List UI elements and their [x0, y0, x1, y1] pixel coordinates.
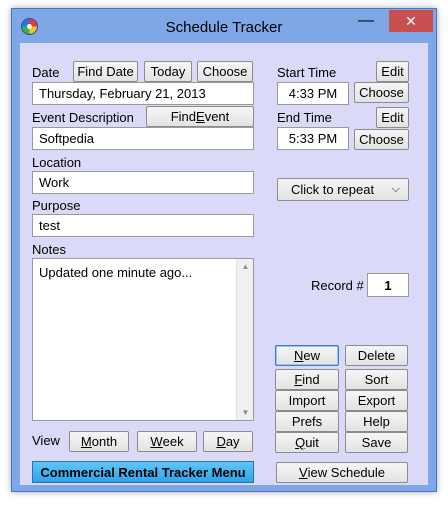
- location-label: Location: [32, 155, 82, 170]
- view-schedule-button[interactable]: View Schedule: [276, 462, 408, 483]
- close-icon[interactable]: ✕: [389, 10, 433, 32]
- help-button[interactable]: Help: [345, 411, 408, 432]
- notes-textarea[interactable]: Updated one minute ago... ▲ ▼: [32, 258, 254, 421]
- find-event-text-rest: vent: [204, 109, 230, 124]
- find-event-hotkey: E: [196, 109, 205, 124]
- date-label: Date: [32, 65, 60, 80]
- week-view-button[interactable]: Week: [137, 431, 197, 452]
- quit-hotkey: Q: [295, 435, 306, 450]
- client-area: Date Find Date Today Choose Thursday, Fe…: [20, 43, 428, 485]
- end-time-choose-button[interactable]: Choose: [354, 129, 409, 150]
- sort-button[interactable]: Sort: [345, 369, 408, 390]
- week-text: eek: [162, 434, 184, 449]
- prefs-button[interactable]: Prefs: [275, 411, 339, 432]
- start-time-field[interactable]: 4:33 PM: [277, 82, 349, 105]
- event-description-field[interactable]: Softpedia: [32, 127, 254, 150]
- scroll-down-icon[interactable]: ▼: [237, 408, 254, 417]
- record-label: Record #: [311, 278, 364, 293]
- repeat-dropdown[interactable]: Click to repeat ⌵: [277, 178, 409, 201]
- find-date-button[interactable]: Find Date: [73, 61, 138, 82]
- new-text: ew: [303, 348, 320, 363]
- delete-button[interactable]: Delete: [345, 345, 408, 366]
- month-hotkey: M: [80, 434, 92, 449]
- today-button[interactable]: Today: [144, 61, 192, 82]
- title-bar[interactable]: Schedule Tracker — ✕: [12, 9, 436, 43]
- find-event-button[interactable]: Find Event: [146, 106, 254, 127]
- start-time-label: Start Time: [277, 65, 337, 80]
- end-time-field[interactable]: 5:33 PM: [277, 127, 349, 150]
- view-schedule-hotkey: V: [299, 465, 308, 480]
- find-hotkey: F: [294, 372, 303, 387]
- month-view-button[interactable]: Month: [69, 431, 129, 452]
- find-button[interactable]: Find: [275, 369, 339, 390]
- view-label: View: [32, 433, 60, 448]
- view-schedule-text: iew Schedule: [307, 465, 385, 480]
- minimize-icon[interactable]: —: [353, 13, 379, 33]
- purpose-field[interactable]: test: [32, 214, 254, 237]
- event-description-label: Event Description: [32, 110, 134, 125]
- quit-button[interactable]: Quit: [275, 432, 339, 453]
- day-view-button[interactable]: Day: [203, 431, 253, 452]
- find-event-text: Find: [170, 109, 197, 124]
- start-time-edit-button[interactable]: Edit: [376, 61, 409, 82]
- new-hotkey: N: [293, 348, 304, 363]
- week-hotkey: W: [150, 434, 163, 449]
- repeat-selected-value: Click to repeat: [291, 182, 375, 197]
- commercial-rental-tracker-menu-button[interactable]: Commercial Rental Tracker Menu: [32, 461, 254, 483]
- end-time-edit-button[interactable]: Edit: [376, 107, 409, 128]
- day-text: ay: [225, 434, 240, 449]
- date-field[interactable]: Thursday, February 21, 2013: [32, 82, 254, 105]
- chevron-down-icon: ⌵: [391, 183, 400, 195]
- export-button[interactable]: Export: [345, 390, 408, 411]
- date-choose-button[interactable]: Choose: [197, 61, 253, 82]
- save-button[interactable]: Save: [345, 432, 408, 453]
- month-text: onth: [91, 434, 118, 449]
- import-button[interactable]: Import: [275, 390, 339, 411]
- new-button[interactable]: New: [275, 345, 339, 366]
- purpose-label: Purpose: [32, 198, 81, 213]
- end-time-label: End Time: [277, 110, 332, 125]
- app-window: Schedule Tracker — ✕ Date Find Date Toda…: [11, 8, 437, 492]
- day-hotkey: D: [216, 434, 226, 449]
- location-field[interactable]: Work: [32, 171, 254, 194]
- record-number-field[interactable]: 1: [367, 273, 409, 297]
- scroll-up-icon[interactable]: ▲: [237, 262, 254, 271]
- start-time-choose-button[interactable]: Choose: [354, 82, 409, 103]
- notes-label: Notes: [32, 242, 66, 257]
- quit-text: uit: [305, 435, 319, 450]
- notes-scrollbar[interactable]: ▲ ▼: [236, 259, 253, 420]
- notes-text: Updated one minute ago...: [39, 265, 193, 280]
- find-text: ind: [302, 372, 320, 387]
